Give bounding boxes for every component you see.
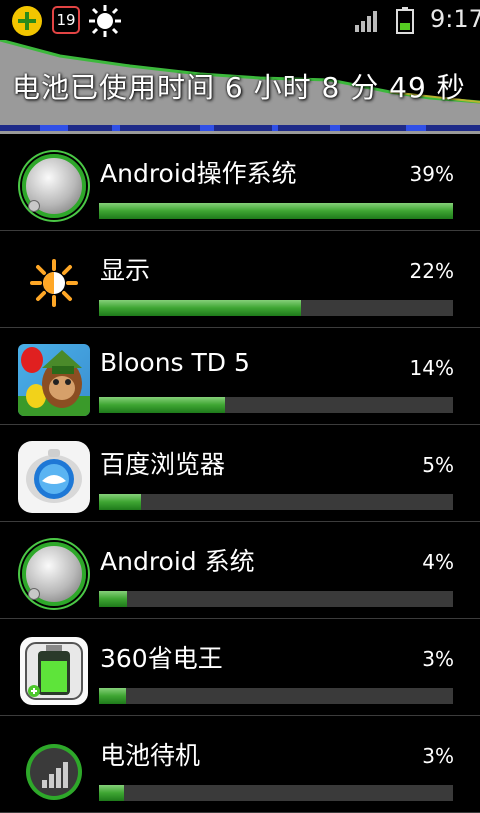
battery-standby-icon	[26, 744, 82, 800]
list-item[interactable]: Android 系统 4%	[0, 522, 480, 619]
battery-time-label: 电池已使用时间 6 小时 8 分 49 秒	[12, 71, 466, 104]
battery-icon	[396, 7, 414, 34]
android-system-icon	[18, 538, 90, 610]
android-os-icon	[18, 150, 90, 222]
list-item[interactable]: 360省电王 3%	[0, 619, 480, 716]
status-bar: 19 9:17	[0, 0, 480, 40]
item-label: 电池待机	[100, 741, 201, 770]
item-percent: 22%	[409, 259, 454, 283]
usage-bar-fill	[99, 203, 453, 219]
usage-bar-fill	[99, 494, 142, 510]
usage-bar	[99, 300, 453, 316]
bloons-td5-icon	[18, 344, 90, 416]
item-percent: 4%	[422, 550, 454, 574]
usage-bar-fill	[99, 397, 225, 413]
status-time: 9:17	[430, 5, 480, 33]
item-label: Bloons TD 5	[100, 348, 250, 377]
plus-app-icon	[12, 6, 42, 36]
list-item[interactable]: Bloons TD 5 14%	[0, 328, 480, 425]
usage-bar	[99, 203, 453, 219]
list-item[interactable]: 百度浏览器 5%	[0, 425, 480, 522]
battery-history-header[interactable]: 电池已使用时间 6 小时 8 分 49 秒	[0, 40, 480, 134]
item-label: 显示	[100, 256, 151, 285]
item-label: Android操作系统	[100, 159, 297, 188]
item-percent: 14%	[409, 356, 454, 380]
notification-badge-icon: 19	[52, 6, 80, 34]
usage-bar	[99, 785, 453, 801]
list-item[interactable]: Android操作系统 39%	[0, 134, 480, 231]
usage-bar-fill	[99, 300, 301, 316]
item-label: 百度浏览器	[100, 450, 226, 479]
baidu-browser-icon	[18, 441, 90, 513]
list-item[interactable]: 电池待机 3%	[0, 716, 480, 813]
signal-icon	[355, 11, 377, 32]
display-sun-icon	[30, 259, 78, 307]
usage-bar	[99, 591, 453, 607]
item-percent: 3%	[422, 744, 454, 768]
usage-bar-fill	[99, 785, 124, 801]
item-label: Android 系统	[100, 547, 255, 576]
battery-usage-list: Android操作系统 39% 显示 22% Bloons TD 5 14% 百…	[0, 134, 480, 813]
item-label: 360省电王	[100, 644, 223, 673]
item-percent: 3%	[422, 647, 454, 671]
item-percent: 5%	[422, 453, 454, 477]
list-item[interactable]: 显示 22%	[0, 231, 480, 328]
item-percent: 39%	[409, 162, 454, 186]
sun-icon	[89, 5, 121, 37]
usage-bar-fill	[99, 688, 126, 704]
usage-bar-fill	[99, 591, 128, 607]
360-power-saver-icon	[18, 635, 90, 707]
usage-bar	[99, 688, 453, 704]
usage-bar	[99, 494, 453, 510]
usage-bar	[99, 397, 453, 413]
